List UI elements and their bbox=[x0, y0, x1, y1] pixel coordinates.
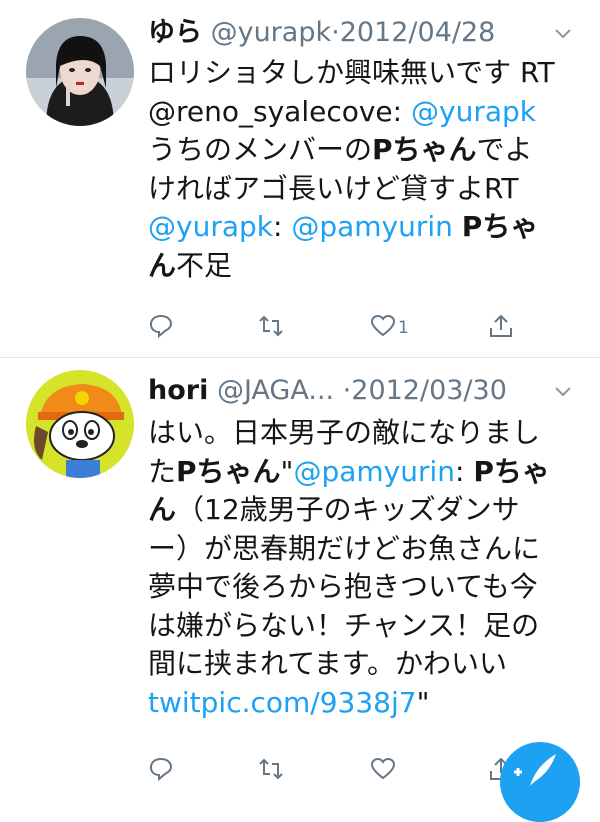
tweet-date[interactable]: 2012/04/28 bbox=[340, 17, 496, 48]
compose-tweet-button[interactable] bbox=[500, 742, 580, 822]
avatar[interactable] bbox=[26, 370, 134, 478]
text-segment bbox=[453, 210, 462, 243]
compose-icon bbox=[500, 754, 580, 796]
retweet-icon bbox=[258, 756, 284, 786]
chevron-down-icon[interactable] bbox=[552, 22, 574, 44]
mention-link[interactable]: @pamyurin bbox=[293, 455, 455, 488]
mention-link[interactable]: @yurapk bbox=[148, 210, 273, 243]
share-icon bbox=[488, 313, 514, 343]
text-segment: ロリショタしか興味無いです RT bbox=[148, 56, 555, 89]
mention-link[interactable]: @pamyurin bbox=[291, 210, 453, 243]
like-icon bbox=[370, 313, 396, 343]
text-segment: " bbox=[416, 685, 430, 719]
tweet-actions: 1 bbox=[148, 313, 528, 345]
display-name[interactable]: ゆら bbox=[148, 17, 202, 48]
reply-button[interactable] bbox=[148, 756, 174, 786]
text-segment: うちのメンバーの bbox=[148, 133, 373, 166]
share-button[interactable] bbox=[488, 313, 514, 343]
tweet-text: はい。日本男子の敵になりましたPちゃん"@pamyurin: Pちゃん（12歳男… bbox=[148, 414, 558, 722]
reply-button[interactable] bbox=[148, 313, 174, 343]
reply-icon bbox=[148, 756, 174, 786]
tweet-text: ロリショタしか興味無いです RT @reno_syalecove: @yurap… bbox=[148, 54, 558, 285]
tweet-header: ゆら @yurapk·2012/04/28 bbox=[148, 16, 495, 50]
text-segment: @reno_syalecove bbox=[148, 94, 393, 128]
display-name[interactable]: hori bbox=[148, 375, 208, 406]
url-link[interactable]: twitpic.com/9338j7 bbox=[148, 686, 417, 719]
like-button[interactable]: 1 bbox=[370, 313, 409, 343]
user-handle[interactable]: @JAGA... bbox=[217, 375, 334, 406]
reply-icon bbox=[148, 313, 174, 343]
tweet[interactable]: ゆら @yurapk·2012/04/28 ロリショタしか興味無いです RT @… bbox=[0, 0, 600, 357]
like-button[interactable] bbox=[370, 756, 396, 786]
like-icon bbox=[370, 756, 396, 786]
user-handle[interactable]: @yurapk bbox=[211, 17, 332, 48]
text-segment: （12歳男子のキッズダンサー）が思春期だけどお魚さんに夢中で後ろから抱きついても… bbox=[148, 493, 541, 680]
text-segment-bold: Pちゃん bbox=[176, 454, 281, 488]
text-segment: 不足 bbox=[176, 248, 233, 282]
tweet-date[interactable]: 2012/03/30 bbox=[351, 375, 507, 406]
text-segment: : bbox=[392, 94, 411, 128]
separator-dot: · bbox=[331, 17, 340, 48]
text-segment-bold: Pちゃん bbox=[372, 133, 477, 166]
text-segment: : bbox=[272, 210, 292, 243]
mention-link[interactable]: @yurapk bbox=[411, 95, 536, 128]
retweet-icon bbox=[258, 313, 284, 343]
retweet-button[interactable] bbox=[258, 756, 284, 786]
text-segment: : bbox=[455, 454, 474, 488]
tweet-header: hori @JAGA... ·2012/03/30 bbox=[148, 374, 507, 408]
tweet[interactable]: hori @JAGA... ·2012/03/30 はい。日本男子の敵になりまし… bbox=[0, 358, 600, 792]
like-count: 1 bbox=[398, 318, 409, 338]
tweet-actions bbox=[148, 756, 528, 788]
retweet-button[interactable] bbox=[258, 313, 284, 343]
text-segment: " bbox=[280, 454, 294, 488]
chevron-down-icon[interactable] bbox=[552, 380, 574, 402]
avatar[interactable] bbox=[26, 18, 134, 126]
separator-dot: · bbox=[334, 375, 352, 406]
